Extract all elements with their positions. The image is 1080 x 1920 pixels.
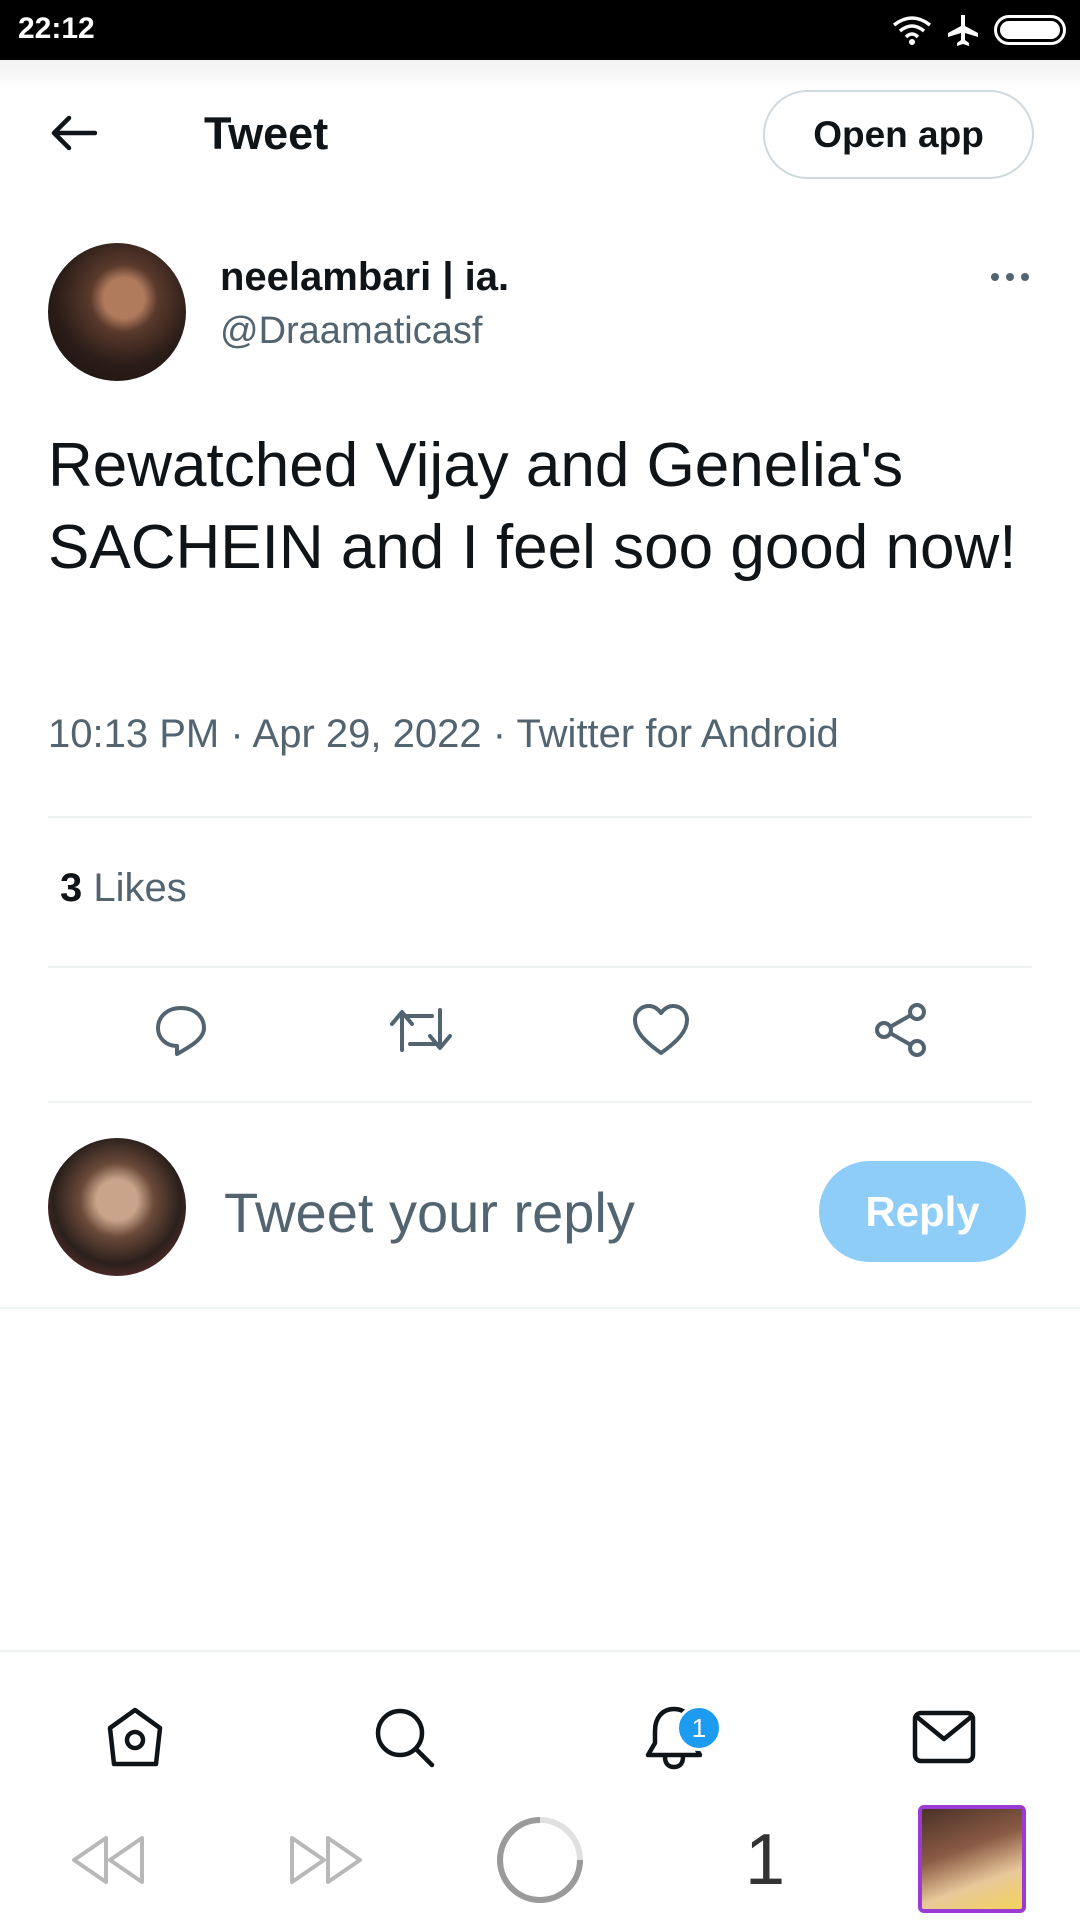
tweet-meta: 10:13 PM · Apr 29, 2022 · Twitter for An… xyxy=(48,712,839,756)
reply-input[interactable]: Tweet your reply xyxy=(224,1180,635,1245)
nav-messages[interactable] xyxy=(904,1697,984,1777)
tweet-text: Rewatched Vijay and Genelia's SACHEIN an… xyxy=(48,431,1017,582)
author-name[interactable]: neelambari | ia. xyxy=(220,255,509,300)
divider xyxy=(48,1101,1032,1103)
reply-action[interactable] xyxy=(146,995,216,1065)
divider xyxy=(48,966,1032,968)
status-time: 22:12 xyxy=(18,12,95,45)
comment-icon xyxy=(156,1006,206,1056)
arrow-left-icon xyxy=(51,115,97,151)
reload-button[interactable] xyxy=(494,1800,586,1920)
fast-forward-button[interactable] xyxy=(286,1800,366,1920)
current-user-avatar xyxy=(48,1138,186,1276)
status-bar: 22:12 xyxy=(0,0,1080,60)
fast-forward-icon xyxy=(290,1836,362,1884)
likes-label: Likes xyxy=(93,866,187,910)
battery-icon xyxy=(994,15,1066,45)
reply-button[interactable]: Reply xyxy=(819,1161,1026,1262)
rewind-icon xyxy=(72,1836,144,1884)
messages-icon xyxy=(912,1710,976,1764)
heart-icon xyxy=(633,1004,689,1055)
bottom-nav xyxy=(0,1650,1080,1800)
wifi-icon xyxy=(892,16,932,45)
author-avatar[interactable] xyxy=(48,243,186,381)
likes-number: 3 xyxy=(60,866,83,910)
more-options-button[interactable] xyxy=(980,262,1040,292)
divider xyxy=(48,816,1032,818)
tab-count[interactable]: 1 xyxy=(730,1800,800,1920)
like-action[interactable] xyxy=(626,995,696,1065)
likes-count[interactable]: 3 Likes xyxy=(60,866,187,911)
search-icon xyxy=(375,1708,435,1768)
retweet-action[interactable] xyxy=(386,995,456,1065)
airplane-icon xyxy=(948,15,978,46)
more-dots-icon xyxy=(991,273,999,281)
nav-search[interactable] xyxy=(364,1697,444,1777)
share-icon xyxy=(875,1003,926,1057)
retweet-icon xyxy=(390,1008,452,1052)
notification-badge: 1 xyxy=(676,1705,722,1751)
home-icon xyxy=(107,1707,163,1767)
app-thumbnail[interactable] xyxy=(918,1805,1026,1913)
back-button[interactable] xyxy=(44,108,104,158)
loading-icon xyxy=(497,1817,583,1903)
author-handle[interactable]: @Draamaticasf xyxy=(220,310,482,353)
open-app-button[interactable]: Open app xyxy=(763,90,1034,179)
status-icons xyxy=(892,12,1066,48)
tweet-actions xyxy=(0,995,1080,1075)
rewind-button[interactable] xyxy=(68,1800,148,1920)
page-title: Tweet xyxy=(204,108,329,159)
share-action[interactable] xyxy=(866,995,936,1065)
divider xyxy=(0,1307,1080,1309)
nav-home[interactable] xyxy=(95,1697,175,1777)
header: Tweet Open app xyxy=(0,60,1080,210)
